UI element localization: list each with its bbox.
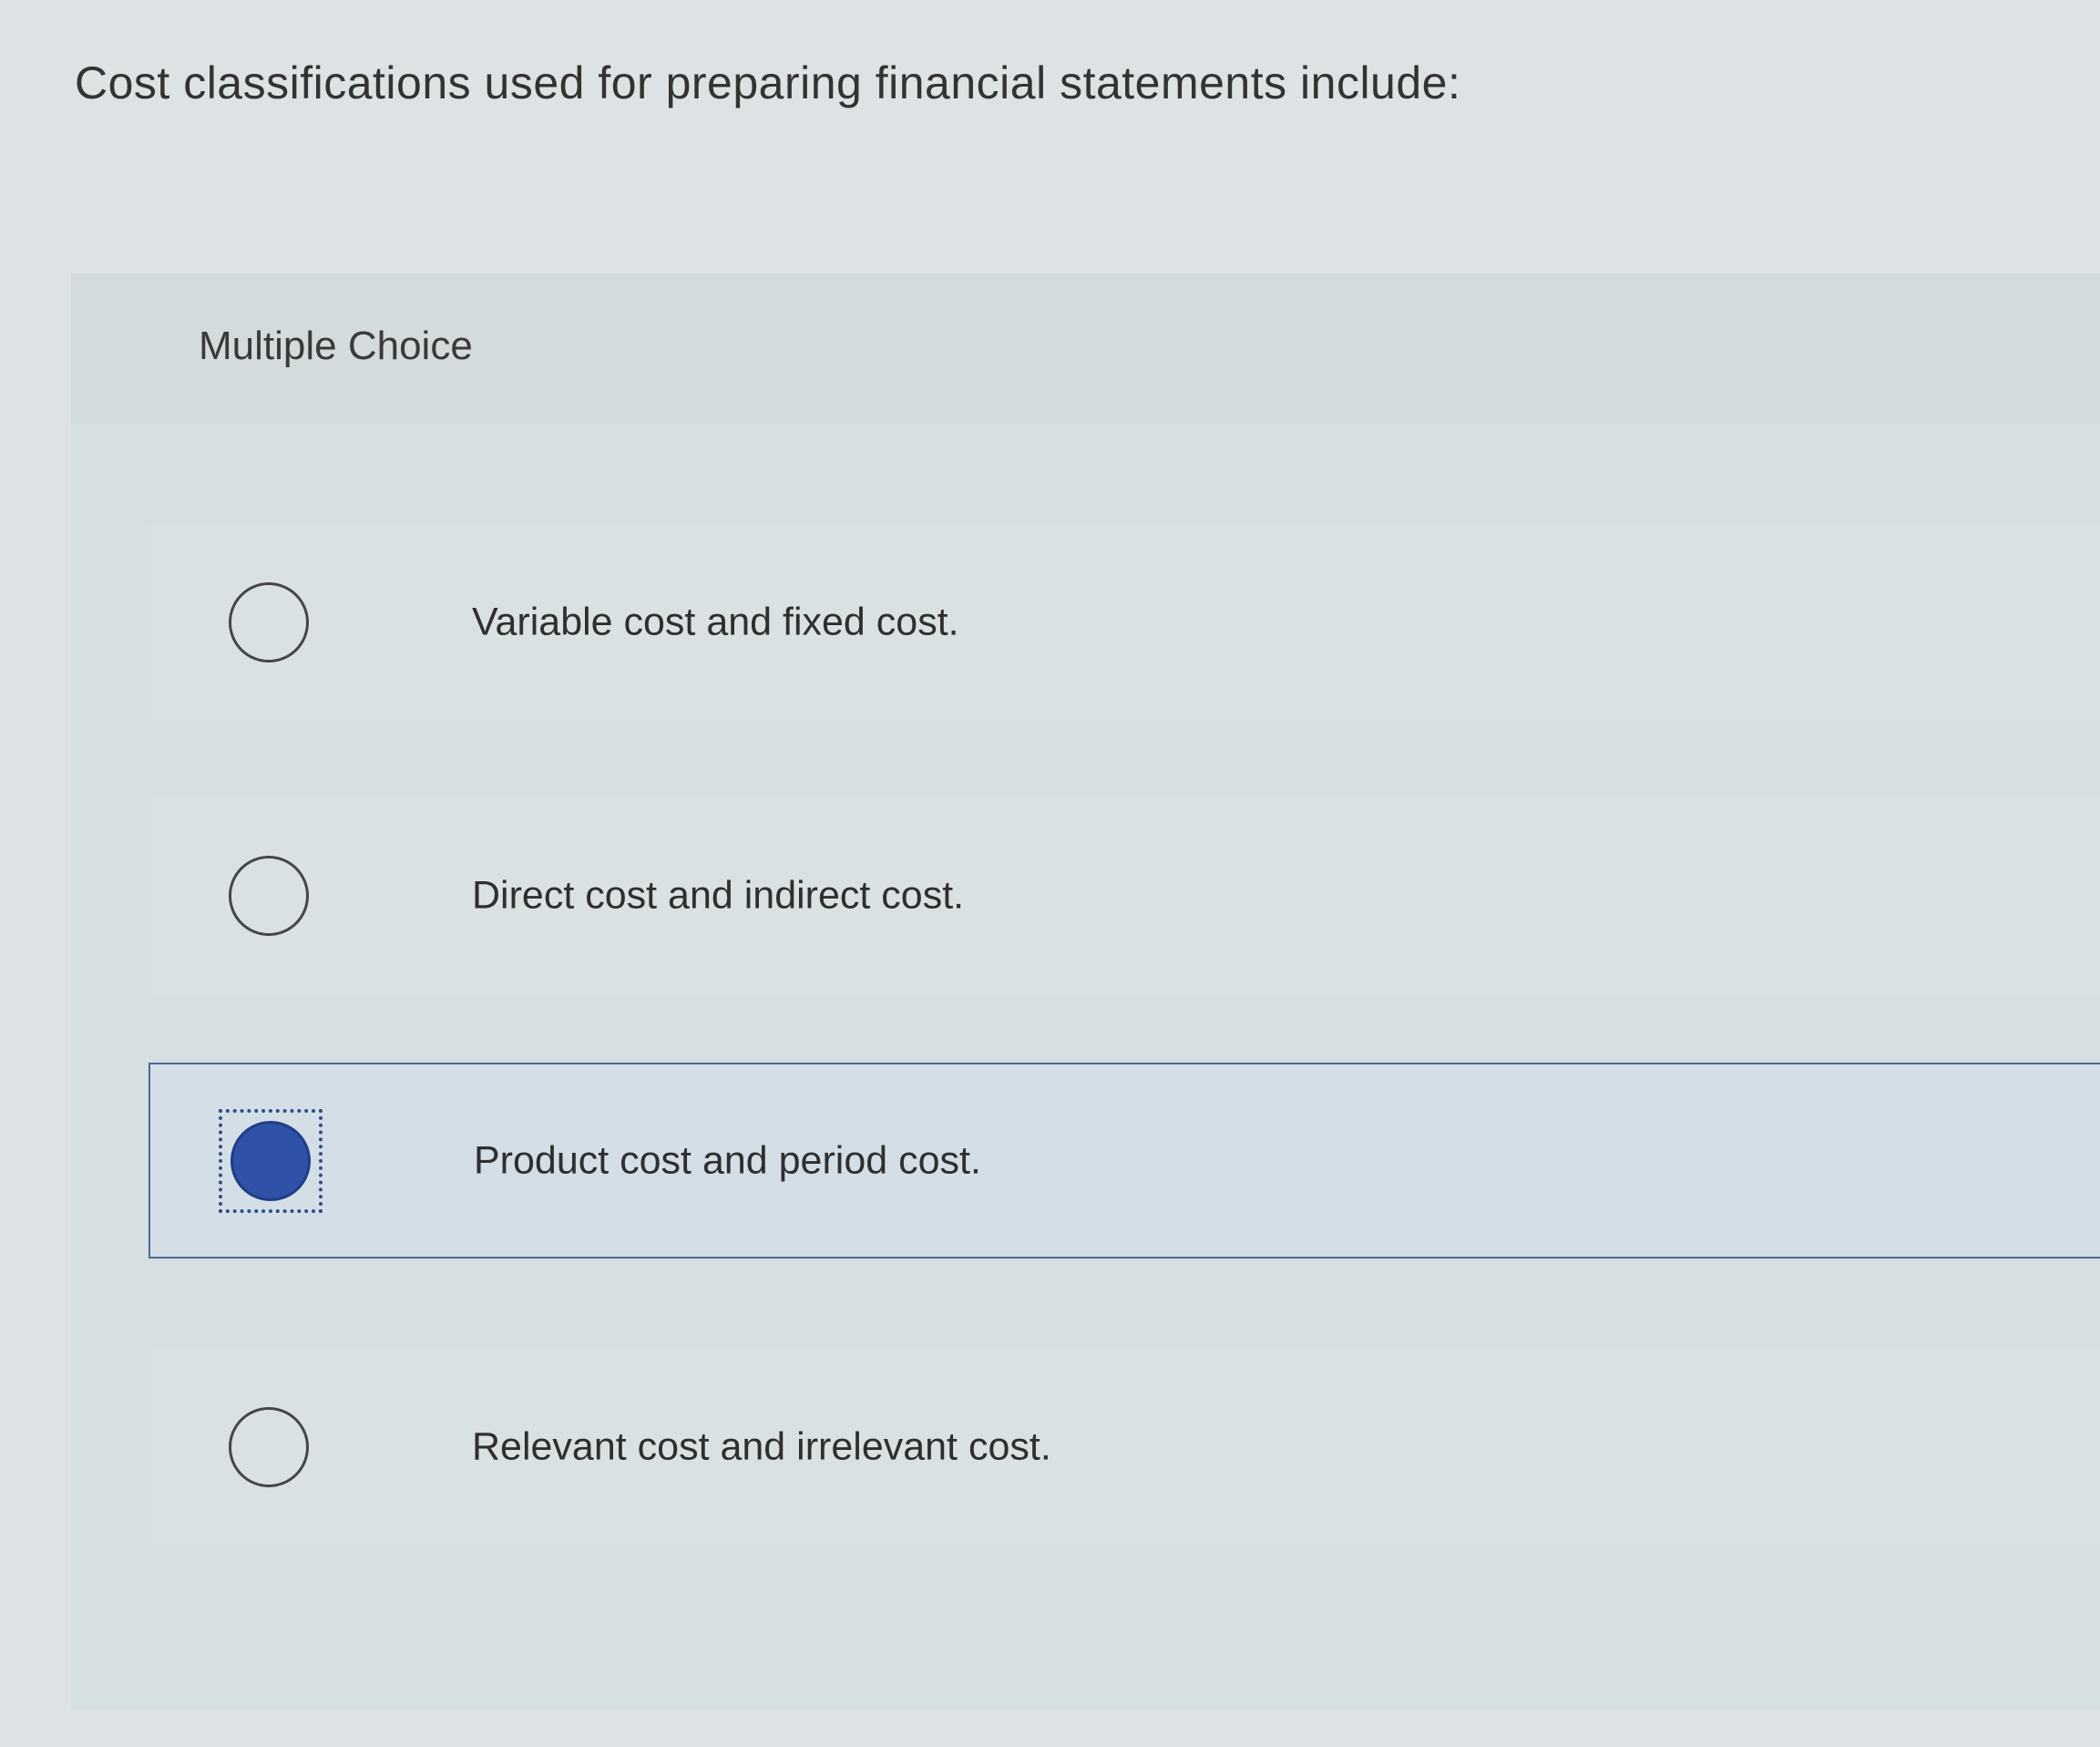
option-direct-indirect[interactable]: Direct cost and indirect cost.: [149, 797, 2100, 993]
multiple-choice-label: Multiple Choice: [199, 324, 473, 368]
question-text: Cost classifications used for preparing …: [75, 57, 1461, 108]
option-product-period[interactable]: Product cost and period cost.: [149, 1063, 2100, 1259]
option-label: Relevant cost and irrelevant cost.: [472, 1424, 1051, 1468]
radio-focus-ring: [219, 1108, 323, 1213]
radio-button-unselected[interactable]: [229, 855, 309, 936]
radio-focus-area: [217, 570, 321, 674]
option-label: Product cost and period cost.: [474, 1138, 981, 1182]
multiple-choice-panel: Multiple Choice Variable cost and fixed …: [71, 273, 2100, 1709]
panel-header: Multiple Choice: [71, 273, 2100, 424]
radio-focus-area: [217, 844, 321, 948]
radio-button-unselected[interactable]: [229, 1406, 309, 1487]
radio-button-unselected[interactable]: [229, 581, 309, 663]
radio-button-selected[interactable]: [230, 1120, 311, 1201]
option-label: Direct cost and indirect cost.: [472, 873, 965, 917]
option-relevant-irrelevant[interactable]: Relevant cost and irrelevant cost.: [149, 1349, 2100, 1545]
option-label: Variable cost and fixed cost.: [472, 600, 959, 643]
radio-focus-area: [217, 1395, 321, 1499]
option-variable-fixed[interactable]: Variable cost and fixed cost.: [149, 524, 2100, 720]
